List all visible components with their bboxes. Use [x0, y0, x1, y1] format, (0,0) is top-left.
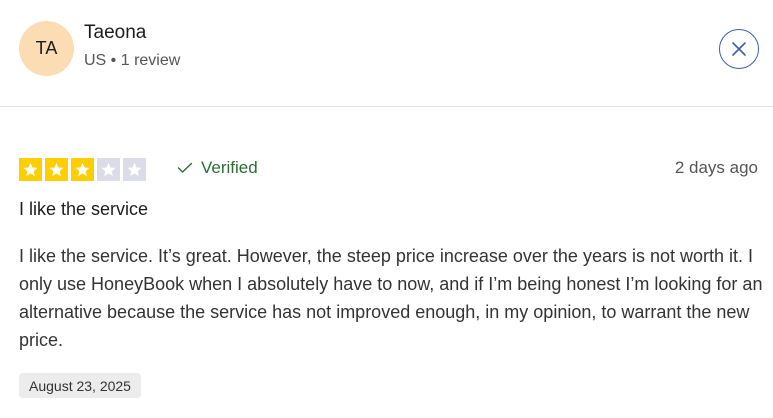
star-rating: [19, 158, 146, 181]
reviewer-name[interactable]: Taeona: [84, 22, 146, 44]
close-button[interactable]: [719, 29, 759, 69]
review-title: I like the service: [19, 199, 149, 219]
avatar: TA: [19, 21, 74, 76]
star-icon: [71, 158, 94, 181]
verified-label: Verified: [201, 158, 258, 177]
checkmark-icon: [177, 162, 193, 173]
star-icon: [45, 158, 68, 181]
star-empty-icon: [123, 158, 146, 181]
review-posted-date: 2 days ago: [674, 158, 758, 177]
review-body: I like the service. It’s great. However,…: [19, 246, 763, 350]
reviewer-header: TA Taeona US • 1 review: [0, 0, 773, 107]
star-icon: [19, 158, 42, 181]
verified-badge[interactable]: Verified: [177, 158, 258, 178]
reviewer-meta: US • 1 review: [84, 52, 181, 69]
experience-date-badge: August 23, 2025: [19, 373, 141, 398]
close-icon: [732, 42, 746, 56]
star-empty-icon: [97, 158, 120, 181]
